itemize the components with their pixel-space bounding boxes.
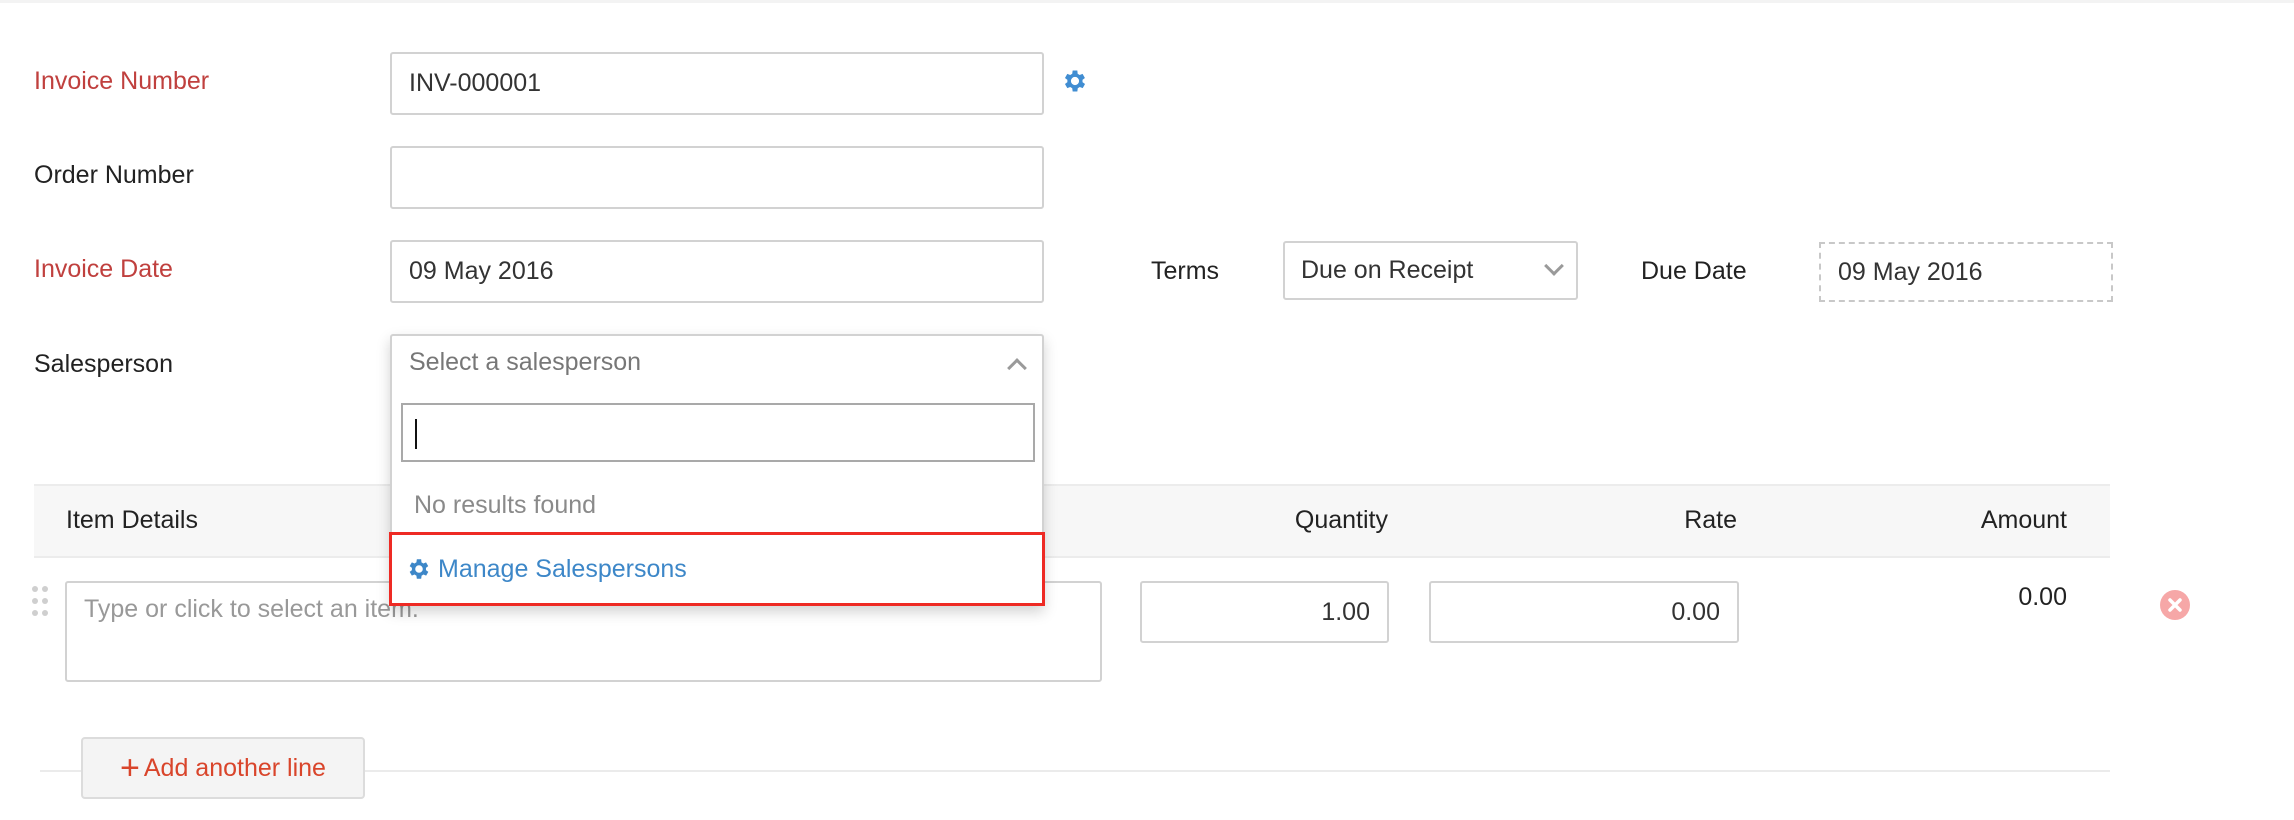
invoice-date-label: Invoice Date: [34, 255, 173, 283]
invoice-number-input[interactable]: INV-000001: [390, 52, 1044, 115]
column-amount: Amount: [1980, 506, 2067, 534]
invoice-number-label: Invoice Number: [34, 67, 210, 95]
column-rate: Rate: [1684, 506, 1737, 534]
add-another-line-button[interactable]: + Add another line: [81, 737, 365, 799]
salesperson-dropdown[interactable]: Select a salesperson No results found Ma…: [389, 334, 1045, 606]
manage-salespersons-label: Manage Salespersons: [438, 554, 687, 583]
chevron-down-icon: [1544, 256, 1564, 276]
salesperson-placeholder[interactable]: Select a salesperson: [409, 348, 641, 377]
rate-value: 0.00: [1671, 597, 1720, 626]
quantity-input[interactable]: 1.00: [1140, 581, 1389, 643]
terms-label: Terms: [1151, 257, 1220, 285]
column-item-details: Item Details: [66, 506, 198, 534]
due-date-field[interactable]: 09 May 2016: [1819, 242, 2113, 302]
order-number-input[interactable]: [390, 146, 1044, 209]
item-details-placeholder: Type or click to select an item.: [84, 595, 419, 623]
due-date-label: Due Date: [1641, 257, 1747, 285]
amount-value: 0.00: [2018, 583, 2067, 611]
gear-icon: [406, 556, 432, 582]
chevron-up-icon[interactable]: [1007, 358, 1027, 378]
quantity-value: 1.00: [1321, 597, 1370, 626]
top-border: [0, 0, 2294, 3]
rate-input[interactable]: 0.00: [1429, 581, 1739, 643]
plus-icon: +: [120, 749, 140, 787]
items-table-header: Item Details Quantity Rate Amount: [34, 484, 2110, 558]
terms-value: Due on Receipt: [1301, 256, 1474, 284]
gear-icon[interactable]: [1061, 67, 1089, 95]
drag-handle-icon[interactable]: [30, 584, 50, 618]
order-number-label: Order Number: [34, 161, 194, 189]
due-date-value: 09 May 2016: [1838, 257, 1983, 286]
text-cursor: [415, 419, 417, 449]
invoice-date-input[interactable]: 09 May 2016: [390, 240, 1044, 303]
no-results-message: No results found: [414, 491, 597, 519]
column-quantity: Quantity: [1294, 506, 1388, 534]
remove-row-icon[interactable]: [2160, 590, 2190, 620]
salesperson-search-input[interactable]: [401, 403, 1035, 462]
terms-select[interactable]: Due on Receipt: [1283, 241, 1578, 300]
add-another-line-label: Add another line: [143, 753, 326, 782]
salesperson-label: Salesperson: [34, 350, 173, 378]
manage-salespersons-link[interactable]: Manage Salespersons: [389, 532, 1045, 606]
invoice-date-value: 09 May 2016: [409, 257, 554, 285]
invoice-number-value: INV-000001: [409, 69, 542, 97]
